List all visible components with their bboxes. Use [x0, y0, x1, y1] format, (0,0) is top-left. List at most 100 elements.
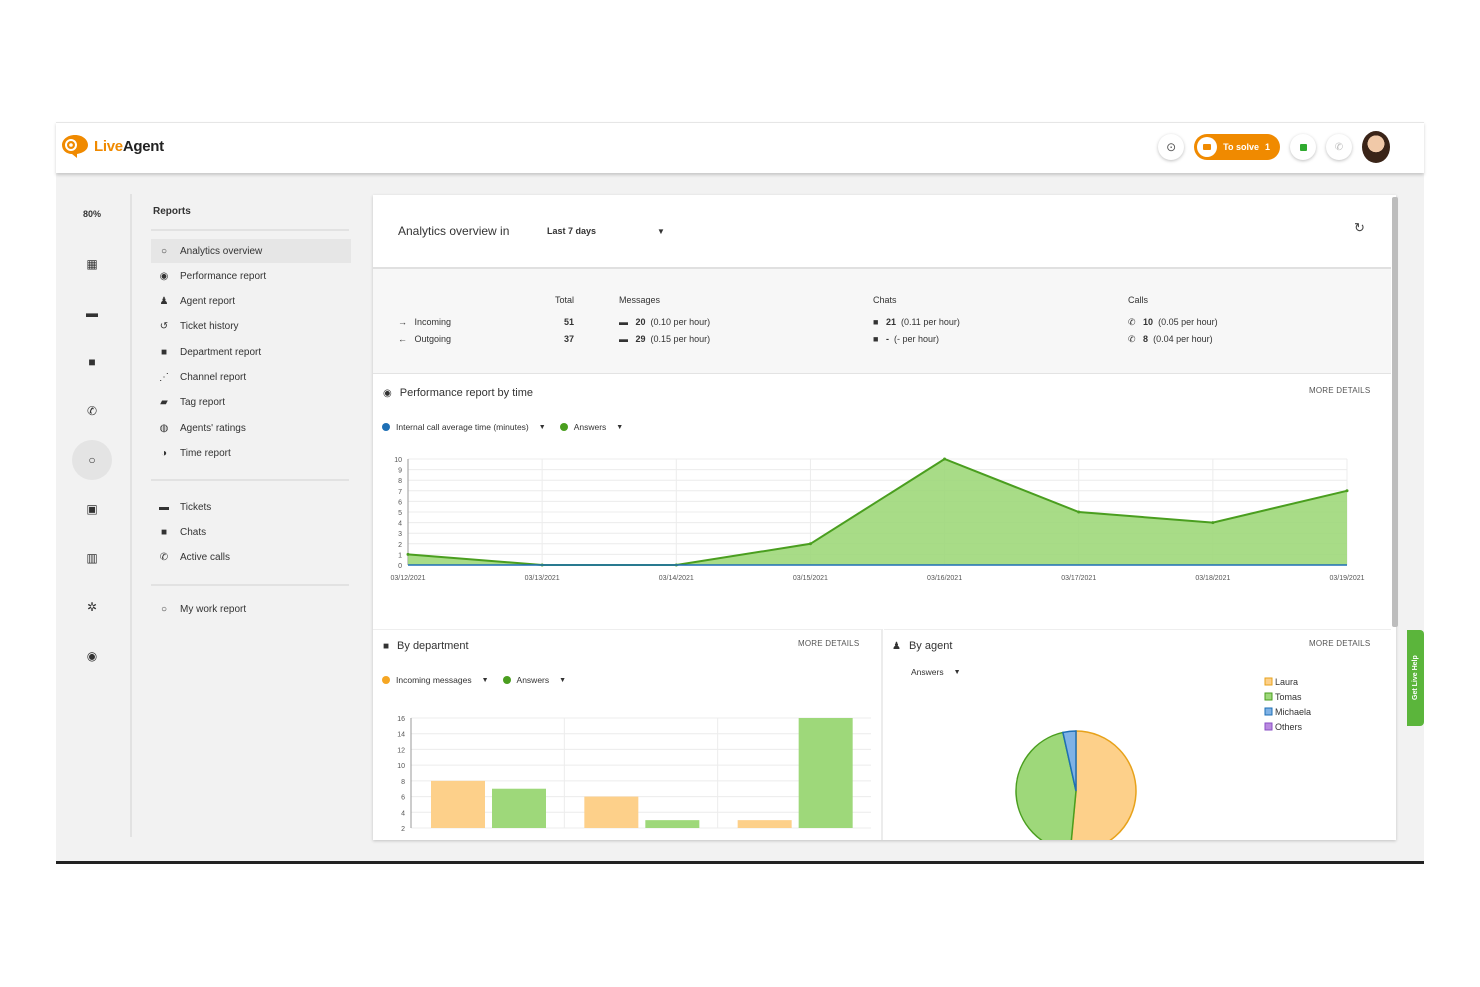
nav-item-chats[interactable]: ■ Chats — [151, 521, 351, 545]
y-tick-label: 12 — [397, 747, 405, 754]
y-tick-label: 3 — [398, 531, 402, 538]
person-icon: ♟ — [892, 640, 901, 652]
nav-item-label: Tag report — [180, 397, 226, 409]
nav-item-time-report[interactable]: ◑ Time report — [151, 441, 351, 465]
y-tick-label: 10 — [397, 763, 405, 770]
refresh-icon[interactable]: ↻ — [1354, 220, 1365, 236]
knowledgebase-icon[interactable]: ▥ — [72, 538, 112, 578]
plugins-icon[interactable]: ◉ — [72, 636, 112, 676]
department-legend: Incoming messages ▼ Answers ▼ — [382, 675, 574, 685]
top-bar-actions: ⊙ To solve 1 ✆ — [1158, 131, 1390, 163]
rail-percent[interactable]: 80% — [72, 194, 112, 234]
department-title: ■ By department — [383, 640, 469, 652]
legend-label-tomas: Tomas — [1275, 692, 1302, 702]
outgoing-chats: ■ - (- per hour) — [873, 334, 939, 344]
nav-divider — [151, 583, 349, 586]
nav-item-department-report[interactable]: ■ Department report — [151, 340, 351, 364]
scrollbar[interactable] — [1392, 197, 1398, 627]
rating-icon: ◍ — [159, 422, 169, 434]
nav-item-analytics-overview[interactable]: ○ Analytics overview — [151, 239, 351, 263]
agent-more-details[interactable]: MORE DETAILS — [1309, 639, 1370, 648]
stats-summary: Total Messages Chats Calls → Incoming ← … — [373, 269, 1391, 374]
tag-icon: ▰ — [160, 397, 168, 409]
nav-item-agent-report[interactable]: ♟ Agent report — [151, 290, 351, 314]
x-tick-label: 03/16/2021 — [927, 575, 962, 582]
chevron-down-icon[interactable]: ▼ — [559, 677, 566, 684]
nav-divider — [151, 229, 349, 231]
answers-point — [1211, 521, 1215, 525]
legend-incoming-messages[interactable]: Incoming messages — [396, 675, 472, 685]
user-avatar[interactable] — [1362, 131, 1390, 163]
chat-icon[interactable]: ■ — [72, 342, 112, 382]
contacts-icon[interactable]: ▣ — [72, 489, 112, 529]
help-button[interactable]: ⊙ — [1158, 134, 1185, 160]
nav-item-active-calls[interactable]: ✆ Active calls — [151, 546, 351, 570]
nav-item-tag-report[interactable]: ▰ Tag report — [151, 391, 351, 415]
stats-col-messages: Messages — [619, 295, 661, 305]
y-tick-label: 2 — [398, 542, 402, 549]
reports-icon[interactable]: ○ — [72, 440, 112, 480]
app-window: LiveAgent ⊙ To solve 1 ✆ 80% ▦ ▬ ■ ✆ ○ ▣… — [56, 122, 1424, 864]
x-tick-label: 03/18/2021 — [1195, 575, 1230, 582]
performance-more-details[interactable]: MORE DETAILS — [1309, 386, 1370, 395]
legend-answers[interactable]: Answers — [517, 675, 550, 685]
ticket-icon: ▬ — [159, 501, 169, 513]
legend-dot — [382, 676, 390, 684]
x-tick-label: 03/14/2021 — [659, 575, 694, 582]
chevron-down-icon[interactable]: ▼ — [539, 424, 546, 431]
help-icon: ⊙ — [1166, 140, 1177, 154]
dashboard-icon[interactable]: ▦ — [72, 244, 112, 284]
y-tick-label: 5 — [398, 510, 402, 517]
answers-point — [808, 542, 812, 546]
history-icon: ↺ — [159, 321, 169, 333]
chevron-down-icon[interactable]: ▼ — [482, 677, 489, 684]
nav-item-tickets[interactable]: ▬ Tickets — [151, 495, 351, 519]
to-solve-count: 1 — [1264, 142, 1270, 152]
incoming-messages-bar — [584, 796, 639, 828]
nav-item-performance-report[interactable]: ◉ Performance report — [151, 264, 351, 288]
y-tick-label: 8 — [401, 779, 405, 786]
nav-item-label: Channel report — [180, 371, 247, 383]
x-tick-label: 03/15/2021 — [793, 575, 828, 582]
answers-bar — [798, 718, 853, 828]
y-tick-label: 7 — [398, 489, 402, 496]
phone-icon[interactable]: ✆ — [72, 391, 112, 431]
legend-answers[interactable]: Answers — [574, 422, 607, 432]
chevron-down-icon[interactable]: ▼ — [616, 424, 623, 431]
x-tick-label: 03/17/2021 — [1061, 575, 1096, 582]
nav-item-agents-ratings[interactable]: ◍ Agents' ratings — [151, 416, 351, 440]
answers-point — [406, 552, 410, 556]
nav-item-label: Chats — [180, 527, 207, 539]
agent-section: ♟ By agent MORE DETAILS Answers ▼ Laura To… — [884, 629, 1391, 840]
status-button[interactable] — [1290, 134, 1316, 160]
settings-icon[interactable]: ✲ — [72, 587, 112, 627]
rail-divider — [130, 194, 132, 837]
outgoing-chats-value: - — [885, 334, 889, 344]
chevron-down-icon[interactable]: ▼ — [657, 227, 665, 236]
page-title: Analytics overview in — [398, 224, 510, 238]
circle-outline-icon: ○ — [160, 245, 168, 257]
department-more-details[interactable]: MORE DETAILS — [798, 639, 859, 648]
legend-swatch-michaela — [1264, 707, 1273, 716]
legend-label-laura: Laura — [1275, 677, 1298, 687]
to-solve-button[interactable]: To solve 1 — [1194, 134, 1280, 160]
answers-point — [1077, 510, 1081, 514]
legend-label-michaela: Michaela — [1275, 707, 1311, 717]
call-button[interactable]: ✆ — [1326, 134, 1352, 160]
incoming-chats: ■ 21 (0.11 per hour) — [873, 317, 960, 327]
legend-internal-call[interactable]: Internal call average time (minutes) — [396, 422, 529, 432]
get-live-help-tab[interactable]: Get Live Help — [1407, 630, 1424, 726]
section-divider — [881, 629, 883, 840]
date-range-select[interactable]: Last 7 days — [547, 226, 596, 236]
to-solve-label: To solve — [1223, 142, 1259, 152]
main-content: Analytics overview in Last 7 days ▼ ↻ To… — [373, 195, 1396, 840]
nav-item-ticket-history[interactable]: ↺ Ticket history — [151, 315, 351, 339]
liveagent-logo[interactable]: LiveAgent — [60, 133, 164, 159]
legend-swatch-laura — [1264, 677, 1273, 686]
nav-item-label: Agent report — [180, 296, 236, 308]
outgoing-row-label: ← Outgoing — [398, 334, 452, 344]
nav-item-my-work-report[interactable]: ○ My work report — [151, 598, 351, 622]
nav-item-channel-report[interactable]: ⋰ Channel report — [151, 365, 351, 389]
legend-swatch-others — [1264, 722, 1273, 731]
tickets-icon[interactable]: ▬ — [72, 293, 112, 333]
